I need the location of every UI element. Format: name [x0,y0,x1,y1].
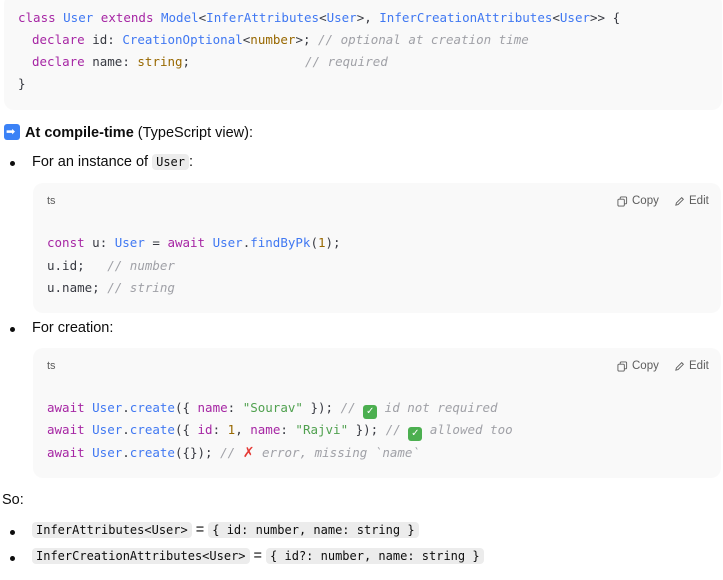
check-mark-icon: ✓ [363,405,378,419]
code-line: u.name; // string [47,280,175,295]
bullet-infer-attributes: InferAttributes<User> = { id: number, na… [32,522,419,538]
copy-icon [617,360,628,372]
code-comment: // required [305,54,388,69]
creation-code-block: ts Copy Edit await User.create({ name: "… [33,348,721,478]
model-code-block: class User extends Model<InferAttributes… [4,0,722,110]
edit-button[interactable]: Edit [674,195,709,207]
inline-code: { id?: number, name: string } [266,548,484,564]
section-heading: At compile-time (TypeScript view): [4,124,253,141]
code-language-label: ts [47,195,56,207]
code-language-label: ts [47,360,56,372]
bullet-instance: For an instance of User: [32,154,194,170]
cross-mark-icon: ✗ [242,445,255,461]
inline-code: { id: number, name: string } [208,522,419,538]
code-line: declare name: string; [32,54,191,69]
code-line: u.id; // number [47,258,175,273]
copy-button[interactable]: Copy [617,195,659,207]
edit-button[interactable]: Edit [674,360,709,372]
code-line: await User.create({}); // ✗ error, missi… [47,445,420,461]
bullet-dot [10,161,15,166]
check-mark-icon: ✓ [408,427,423,441]
copy-button[interactable]: Copy [617,360,659,372]
copy-icon [617,195,628,207]
code-line: class User extends Model<InferAttributes… [18,10,621,25]
bullet-infer-creation-attributes: InferCreationAttributes<User> = { id?: n… [32,548,484,564]
bullet-dot [10,530,15,535]
code-line: await User.create({ id: 1, name: "Rajvi"… [47,422,513,441]
pencil-icon [675,196,684,206]
code-line: declare id: CreationOptional<number>; //… [32,32,529,47]
bullet-creation: For creation: [32,320,114,336]
code-line: await User.create({ name: "Sourav" }); /… [47,400,498,419]
instance-code-block: ts Copy Edit const u: User = await User.… [33,183,721,313]
code-line: } [18,76,26,91]
bullet-dot [10,327,15,332]
summary-label: So: [2,492,24,508]
right-arrow-icon [4,124,20,140]
bullet-dot [10,556,15,561]
code-line: const u: User = await User.findByPk(1); [47,235,341,250]
inline-code: User [152,154,189,170]
inline-code: InferCreationAttributes<User> [32,548,250,564]
pencil-icon [675,361,684,371]
inline-code: InferAttributes<User> [32,522,192,538]
